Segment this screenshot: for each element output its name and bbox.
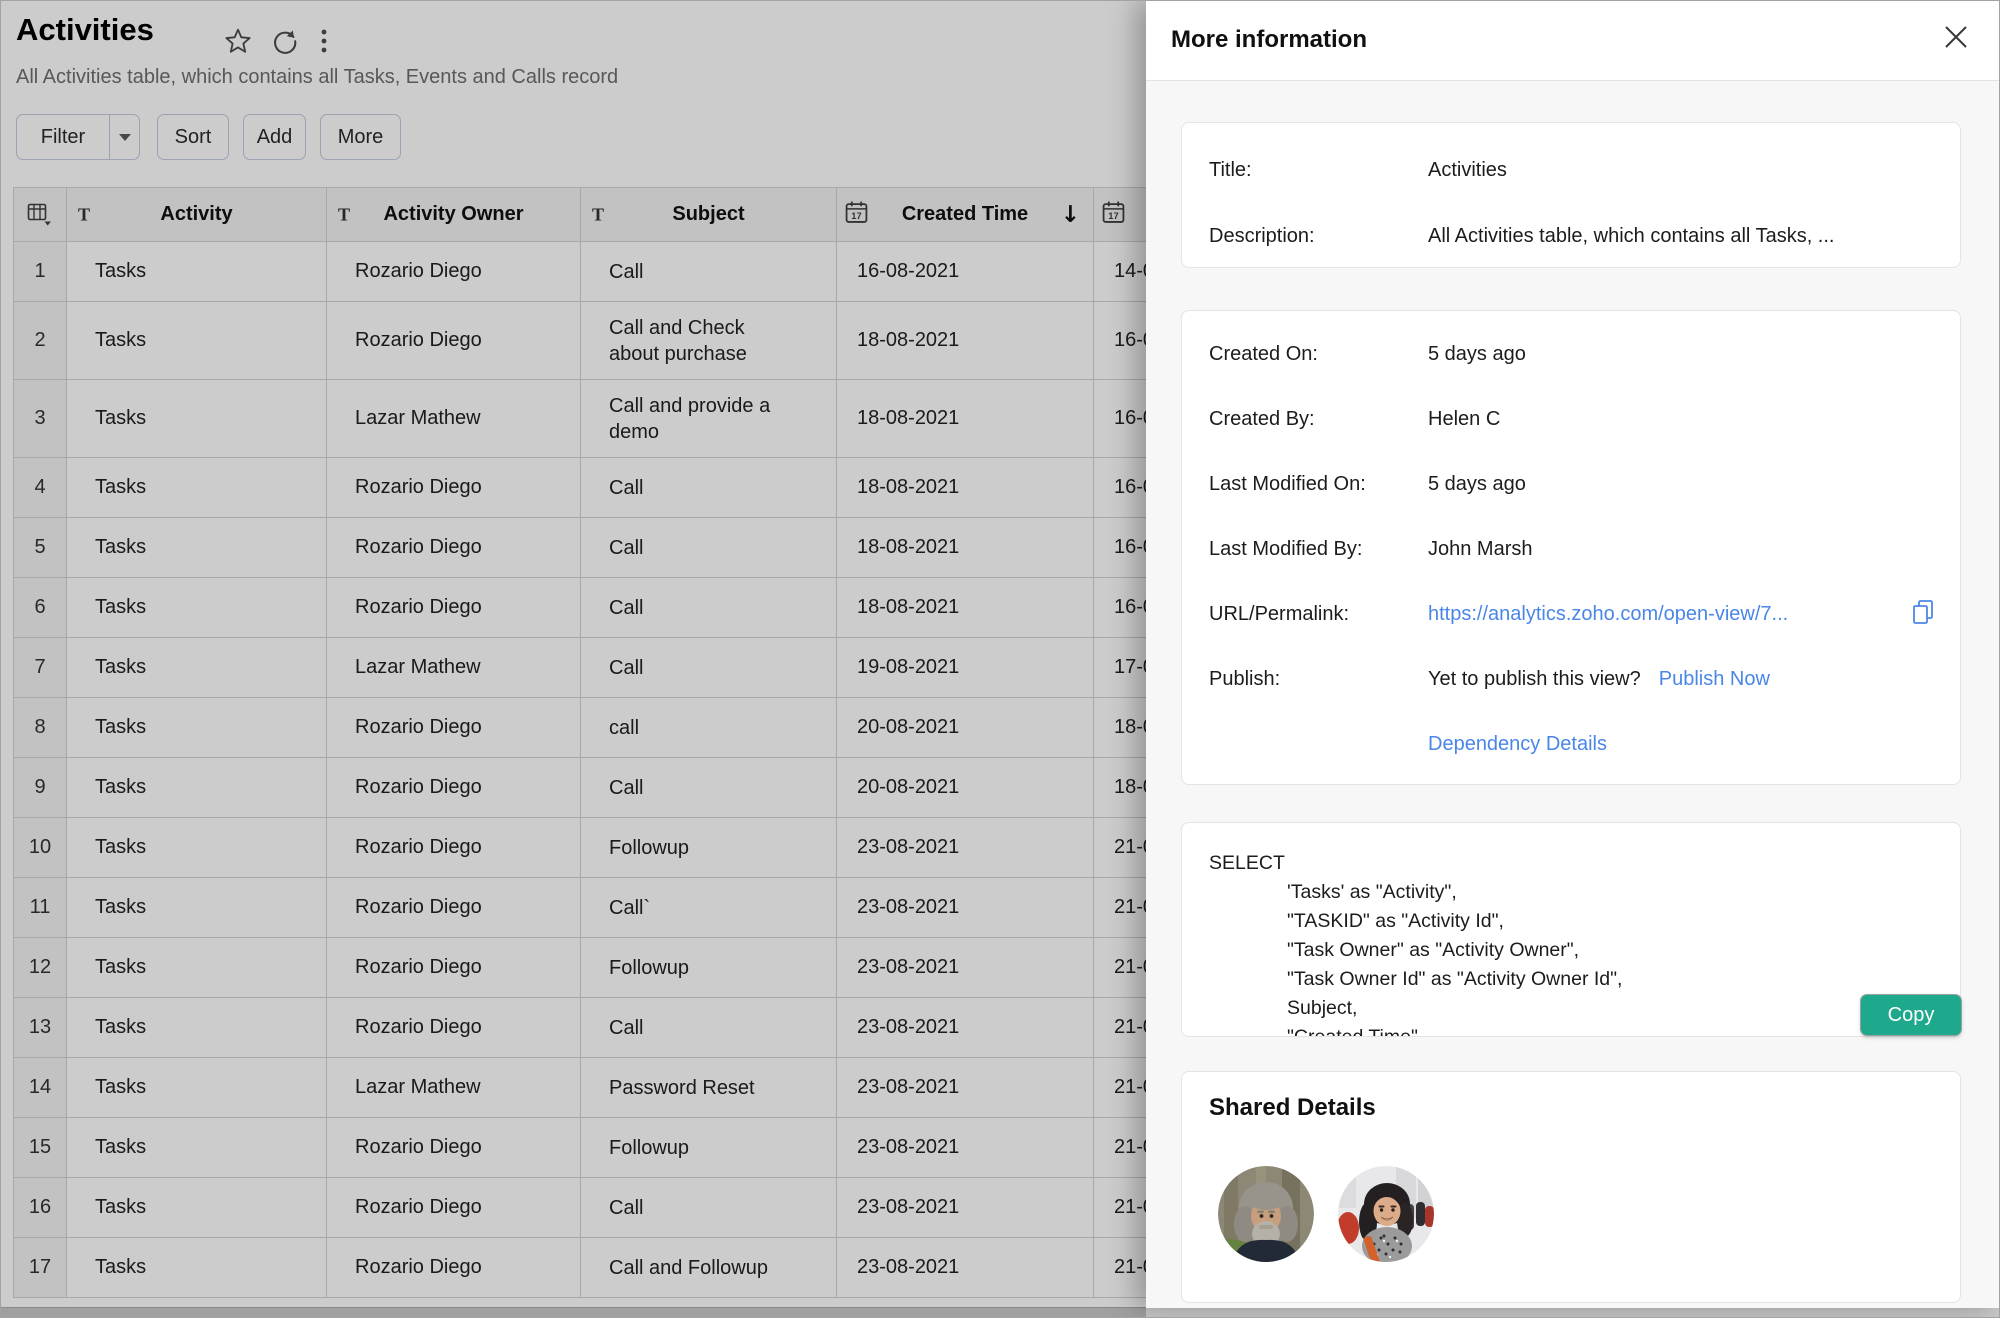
- sql-line: SELECT: [1209, 852, 1285, 874]
- sql-query-text: SELECT 'Tasks' as "Activity", "TASKID" as …: [1182, 823, 1960, 1036]
- last-modified-on-value: 5 days ago: [1428, 473, 1526, 495]
- description-value: All Activities table, which contains all…: [1428, 224, 1835, 247]
- last-modified-by-label: Last Modified By:: [1209, 538, 1363, 560]
- publish-status: Yet to publish this view?: [1428, 668, 1641, 690]
- permalink-url[interactable]: https://analytics.zoho.com/open-view/7..…: [1428, 603, 1788, 625]
- last-modified-by-value: John Marsh: [1428, 538, 1533, 560]
- panel-header: More information: [1146, 0, 2000, 81]
- title-label: Title:: [1209, 158, 1252, 181]
- created-by-value: Helen C: [1428, 408, 1501, 430]
- publish-now-link[interactable]: Publish Now: [1659, 668, 1770, 691]
- title-value: Activities: [1428, 158, 1507, 181]
- overview-card: Title: Activities Description: All Activ…: [1181, 122, 1961, 268]
- last-modified-on-label: Last Modified On:: [1209, 473, 1366, 495]
- smiling-woman-avatar: [1338, 1166, 1434, 1262]
- copy-url-icon[interactable]: [1910, 598, 1936, 632]
- url-permalink-label: URL/Permalink:: [1209, 603, 1350, 625]
- sql-line: Subject,: [1287, 997, 1358, 1019]
- publish-label: Publish:: [1209, 668, 1281, 690]
- sql-line: "TASKID" as "Activity Id",: [1287, 910, 1504, 932]
- shared-details-heading: Shared Details: [1209, 1094, 1376, 1121]
- created-by-label: Created By:: [1209, 408, 1315, 430]
- sql-query-card: SELECT 'Tasks' as "Activity", "TASKID" as …: [1181, 822, 1961, 1037]
- description-label: Description:: [1209, 224, 1315, 247]
- copy-sql-button[interactable]: Copy: [1861, 995, 1961, 1035]
- shared-details-card: Shared Details: [1181, 1071, 1961, 1303]
- panel-title: More information: [1171, 26, 1367, 53]
- meta-card: Created On: 5 days ago Created By: Helen…: [1181, 310, 1961, 785]
- more-information-panel: More information Title: Activities Descr…: [1146, 0, 2000, 1308]
- modal-backdrop[interactable]: [0, 0, 1146, 1318]
- sql-line: "Created Time": [1209, 1023, 1940, 1036]
- close-icon[interactable]: [1941, 22, 1971, 52]
- app-window: Activities All Activities table, which c…: [0, 0, 2000, 1318]
- sql-line: "Task Owner" as "Activity Owner",: [1287, 939, 1580, 961]
- dependency-details-link[interactable]: Dependency Details: [1428, 733, 1960, 756]
- created-on-value: 5 days ago: [1428, 343, 1526, 365]
- created-on-label: Created On:: [1209, 343, 1318, 365]
- sql-line: 'Tasks' as "Activity",: [1287, 881, 1457, 903]
- bearded-man-avatar: [1218, 1166, 1314, 1262]
- sql-line: "Task Owner Id" as "Activity Owner Id",: [1287, 968, 1623, 990]
